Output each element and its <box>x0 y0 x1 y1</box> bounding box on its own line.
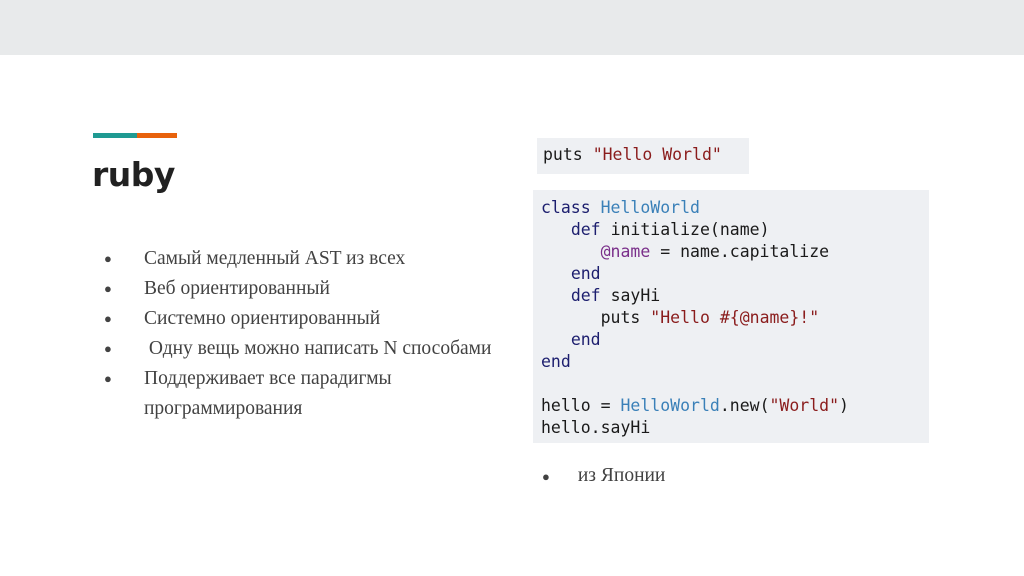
code-line: end <box>541 329 849 351</box>
code-block-puts: puts "Hello World" <box>537 138 749 174</box>
code-token-keyword: class <box>541 198 591 217</box>
slide-title: ruby <box>92 155 175 194</box>
code-token-expression: = name.capitalize <box>660 242 830 261</box>
bullet-text: Поддерживает все парадигмы программирова… <box>144 368 392 419</box>
code-token-method: puts <box>543 145 583 164</box>
bullet-list: ● Самый медленный AST из всех ● Веб ориент… <box>104 244 494 424</box>
code-token-class: HelloWorld <box>620 396 720 415</box>
code-token-keyword: def <box>570 286 601 305</box>
code-token-punct: ) <box>839 396 849 415</box>
code-token-keyword: def <box>570 220 601 239</box>
code-token-string: "Hello World" <box>592 145 722 164</box>
code-token-keyword: end <box>570 330 601 349</box>
code-token-signature: initialize(name) <box>610 220 770 239</box>
bullet-icon: ● <box>104 281 112 296</box>
code-line: puts "Hello #{@name}!" <box>541 307 849 329</box>
bullet-icon: ● <box>542 469 550 484</box>
code-line: end <box>541 263 849 285</box>
code-token-method: puts <box>600 308 641 327</box>
code-line: @name = name.capitalize <box>541 241 849 263</box>
slide-header-bar <box>0 0 1024 55</box>
code-line: hello = HelloWorld.new("World") <box>541 395 849 417</box>
code-line: puts "Hello World" <box>543 145 722 164</box>
list-item: ● Веб ориентированный <box>104 274 494 304</box>
bullet-icon: ● <box>104 341 112 356</box>
side-bullet-text: из Японии <box>577 465 666 486</box>
list-item: ● Системно ориентированный <box>104 304 494 334</box>
code-line: class HelloWorld <box>541 197 849 219</box>
code-token-class: HelloWorld <box>600 198 700 217</box>
code-token-call: hello.sayHi <box>541 418 651 437</box>
code-token-ivar: @name <box>600 242 651 261</box>
bullet-icon: ● <box>104 251 112 266</box>
code-token-string: "World" <box>769 396 840 415</box>
bullet-text: Системно ориентированный <box>144 308 381 329</box>
title-accent-orange <box>137 133 177 138</box>
list-item: ● Поддерживает все парадигмы программиров… <box>104 364 494 424</box>
code-token-assignment: hello = <box>541 396 611 415</box>
code-token-string: "Hello #{@name}!" <box>650 308 820 327</box>
code-line: end <box>541 351 849 373</box>
code-token-keyword: end <box>570 264 601 283</box>
bullet-text: Одну вещь можно написать N способами <box>144 338 492 359</box>
bullet-text: Самый медленный AST из всех <box>144 248 406 269</box>
list-item: ● Одну вещь можно написать N способами <box>104 334 494 364</box>
code-lines: class HelloWorld def initialize(name) @n… <box>541 197 849 439</box>
bullet-icon: ● <box>104 311 112 326</box>
list-item: ● Самый медленный AST из всех <box>104 244 494 274</box>
bullet-text: Веб ориентированный <box>144 278 330 299</box>
code-line: hello.sayHi <box>541 417 849 439</box>
side-bullet: ● из Японии <box>542 461 665 492</box>
code-token-method: .new( <box>719 396 770 415</box>
code-block-class: class HelloWorld def initialize(name) @n… <box>533 190 929 443</box>
code-token-signature: sayHi <box>610 286 661 305</box>
bullet-icon: ● <box>104 371 112 386</box>
code-line: def sayHi <box>541 285 849 307</box>
code-line: def initialize(name) <box>541 219 849 241</box>
title-accent-teal <box>93 133 137 138</box>
code-token-keyword: end <box>541 352 571 371</box>
